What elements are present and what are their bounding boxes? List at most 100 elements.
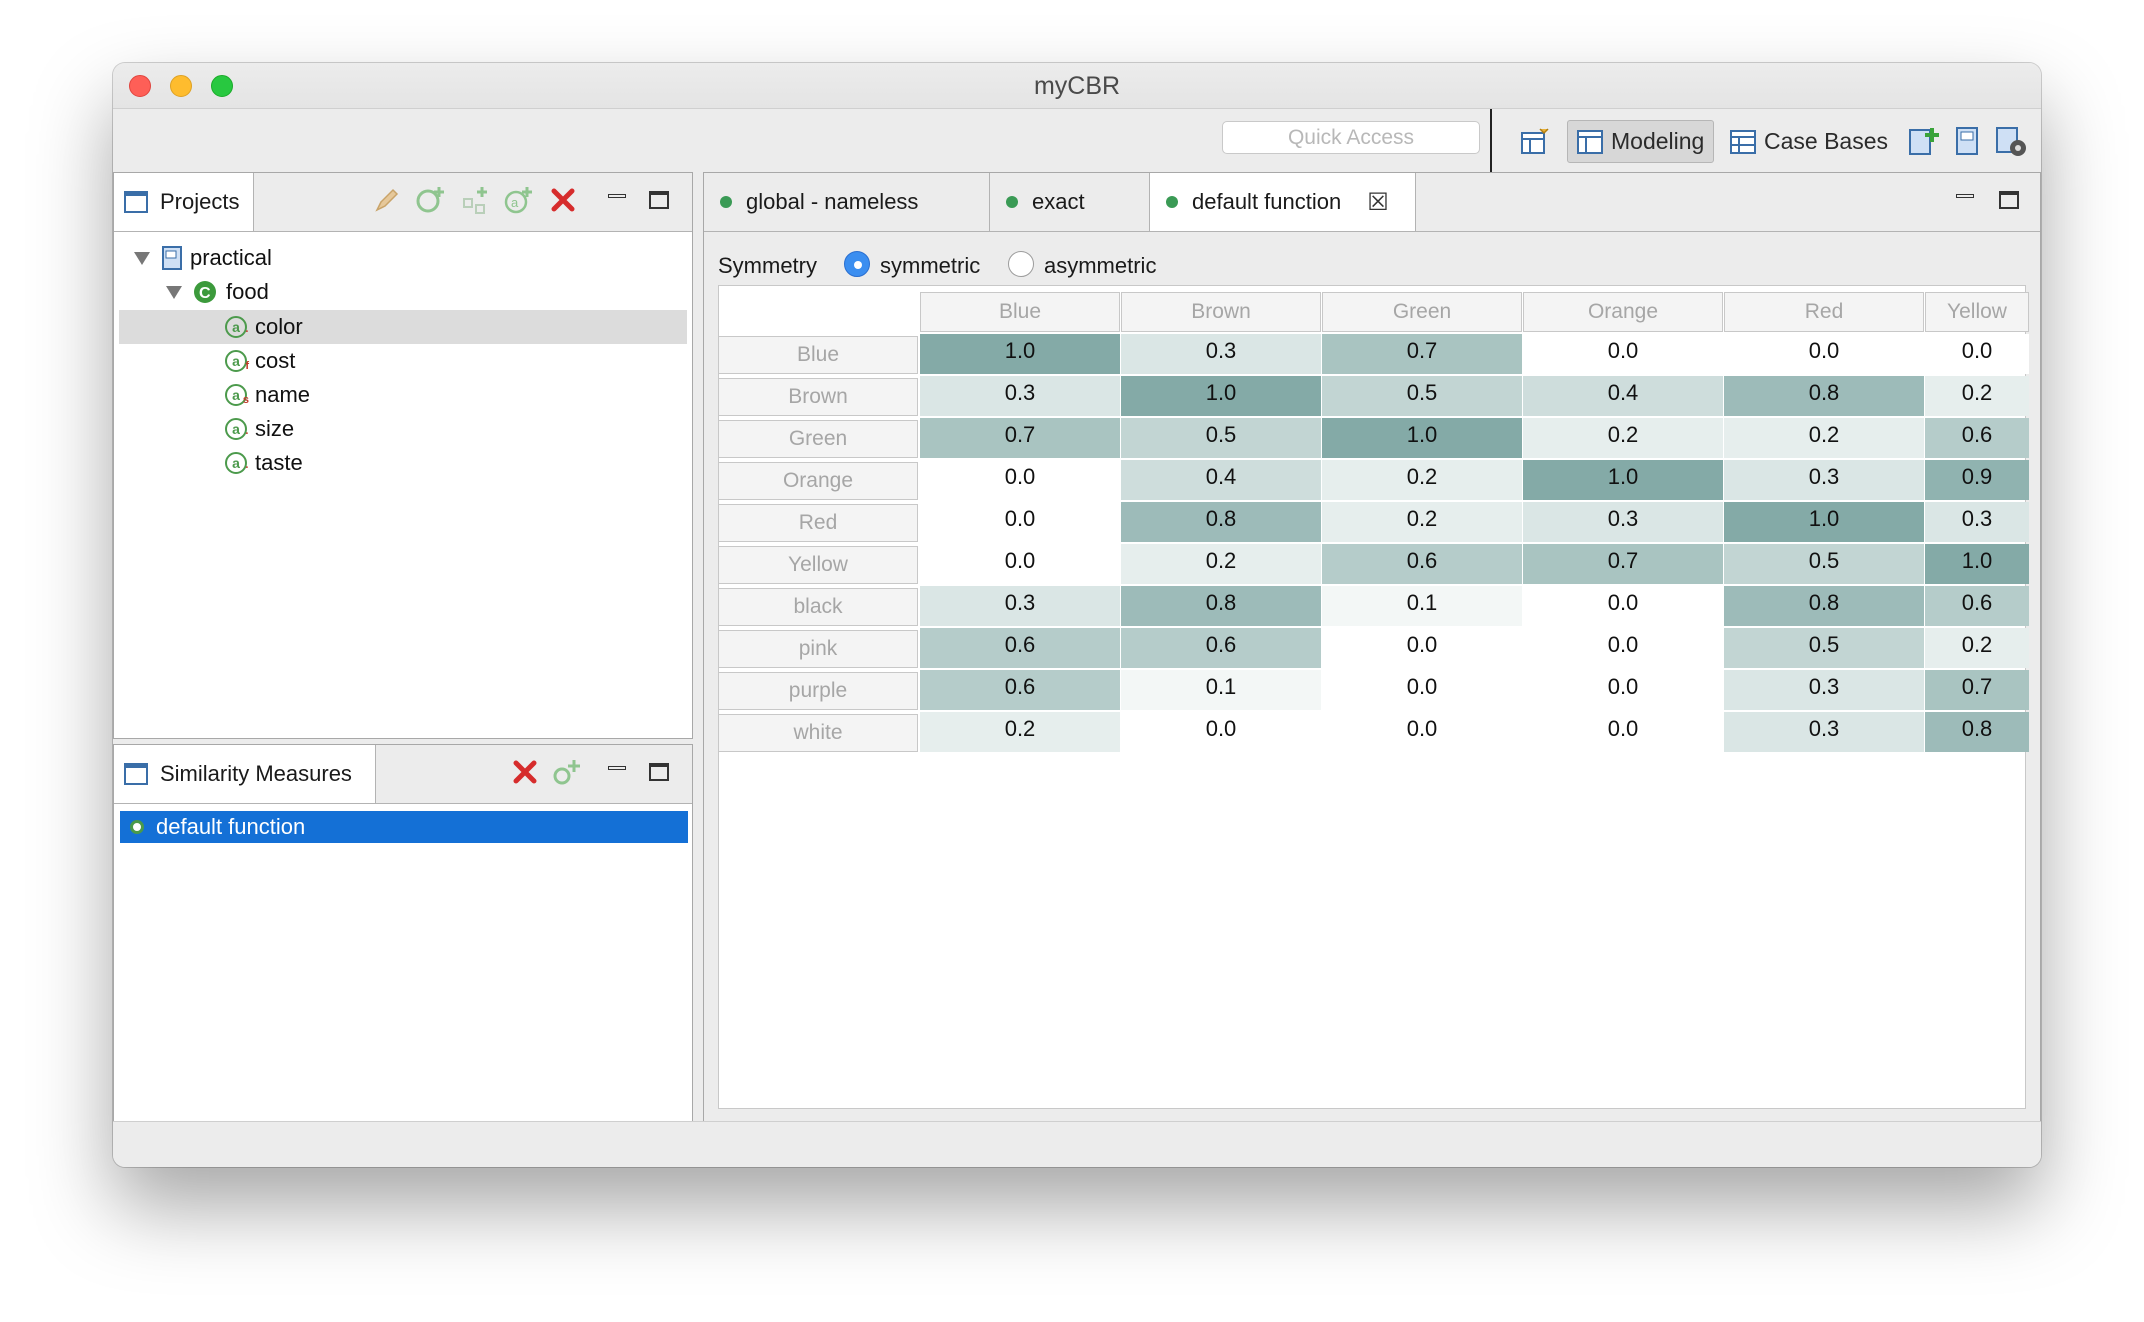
maximize-view-icon[interactable]	[644, 757, 674, 787]
matrix-cell[interactable]: 0.3	[1121, 334, 1321, 374]
matrix-cell[interactable]: 0.3	[1523, 502, 1723, 542]
column-header[interactable]: Green	[1322, 292, 1522, 332]
matrix-cell[interactable]: 0.2	[1925, 628, 2029, 668]
matrix-cell[interactable]: 0.0	[1523, 712, 1723, 752]
matrix-cell[interactable]: 0.0	[1523, 586, 1723, 626]
matrix-cell[interactable]: 0.5	[1724, 628, 1924, 668]
row-header[interactable]: Blue	[718, 336, 918, 374]
new-project-icon[interactable]	[1903, 121, 1943, 161]
tab-projects[interactable]: Projects	[114, 173, 254, 231]
tree-item-attribute[interactable]: as name	[225, 378, 310, 412]
matrix-cell[interactable]: 0.0	[1121, 712, 1321, 752]
expand-arrow-icon[interactable]	[134, 251, 150, 265]
matrix-cell[interactable]: 0.2	[1925, 376, 2029, 416]
matrix-cell[interactable]: 0.7	[1322, 334, 1522, 374]
matrix-cell[interactable]: 0.8	[1724, 376, 1924, 416]
row-header[interactable]: pink	[718, 630, 918, 668]
row-header[interactable]: Green	[718, 420, 918, 458]
tab-similarity-measures[interactable]: Similarity Measures	[114, 745, 376, 803]
tree-item-attribute[interactable]: a · color	[119, 310, 687, 344]
matrix-cell[interactable]: 0.6	[1121, 628, 1321, 668]
matrix-cell[interactable]: 0.3	[920, 586, 1120, 626]
tree-item-attribute[interactable]: af cost	[225, 344, 295, 378]
matrix-cell[interactable]: 0.6	[1322, 544, 1522, 584]
matrix-cell[interactable]: 0.8	[1925, 712, 2029, 752]
expand-arrow-icon[interactable]	[166, 285, 182, 299]
matrix-cell[interactable]: 1.0	[1724, 502, 1924, 542]
maximize-view-icon[interactable]	[644, 185, 674, 215]
matrix-cell[interactable]: 0.5	[1322, 376, 1522, 416]
minimize-view-icon[interactable]	[602, 185, 632, 215]
delete-measure-icon[interactable]	[510, 757, 540, 787]
matrix-cell[interactable]: 0.2	[1724, 418, 1924, 458]
matrix-cell[interactable]: 0.6	[920, 628, 1120, 668]
add-concept-icon[interactable]	[416, 185, 446, 215]
perspective-modeling[interactable]: Modeling	[1567, 120, 1715, 163]
matrix-cell[interactable]: 0.5	[1724, 544, 1924, 584]
matrix-cell[interactable]: 0.3	[1724, 460, 1924, 500]
matrix-cell[interactable]: 0.0	[920, 502, 1120, 542]
column-header[interactable]: Orange	[1523, 292, 1723, 332]
matrix-cell[interactable]: 0.2	[1523, 418, 1723, 458]
matrix-cell[interactable]: 0.3	[1925, 502, 2029, 542]
matrix-cell[interactable]: 0.6	[1925, 586, 2029, 626]
row-header[interactable]: white	[718, 714, 918, 752]
asymmetric-radio[interactable]	[1008, 251, 1034, 277]
maximize-editor-icon[interactable]	[1994, 185, 2024, 215]
tree-item-attribute[interactable]: a · taste	[225, 446, 303, 480]
matrix-cell[interactable]: 0.2	[920, 712, 1120, 752]
matrix-cell[interactable]: 0.6	[1925, 418, 2029, 458]
matrix-cell[interactable]: 0.0	[1523, 334, 1723, 374]
matrix-cell[interactable]: 0.2	[1322, 502, 1522, 542]
open-perspective-icon[interactable]	[1515, 121, 1555, 161]
delete-icon[interactable]	[548, 185, 578, 215]
row-header[interactable]: Orange	[718, 462, 918, 500]
matrix-cell[interactable]: 0.8	[1121, 586, 1321, 626]
column-header[interactable]: Yellow	[1925, 292, 2029, 332]
matrix-cell[interactable]: 0.0	[920, 544, 1120, 584]
matrix-cell[interactable]: 1.0	[920, 334, 1120, 374]
quick-access-input[interactable]: Quick Access	[1222, 121, 1480, 154]
perspective-case-bases[interactable]: Case Bases	[1721, 120, 1897, 163]
matrix-cell[interactable]: 0.3	[1724, 712, 1924, 752]
matrix-cell[interactable]: 0.7	[920, 418, 1120, 458]
matrix-cell[interactable]: 0.0	[1322, 628, 1522, 668]
matrix-cell[interactable]: 0.4	[1523, 376, 1723, 416]
matrix-cell[interactable]: 0.1	[1322, 586, 1522, 626]
row-header[interactable]: Brown	[718, 378, 918, 416]
open-project-icon[interactable]	[1947, 121, 1987, 161]
minimize-view-icon[interactable]	[602, 757, 632, 787]
symmetric-radio[interactable]	[844, 251, 870, 277]
column-header[interactable]: Blue	[920, 292, 1120, 332]
matrix-cell[interactable]: 1.0	[1925, 544, 2029, 584]
tree-item-concept[interactable]: C food	[166, 275, 269, 309]
row-header[interactable]: purple	[718, 672, 918, 710]
add-hierarchy-icon[interactable]	[460, 185, 490, 215]
row-header[interactable]: Yellow	[718, 546, 918, 584]
matrix-cell[interactable]: 1.0	[1523, 460, 1723, 500]
similarity-measure-item[interactable]: default function	[120, 811, 688, 843]
matrix-cell[interactable]: 1.0	[1322, 418, 1522, 458]
matrix-cell[interactable]: 0.3	[1724, 670, 1924, 710]
matrix-cell[interactable]: 0.9	[1925, 460, 2029, 500]
tab-exact[interactable]: exact	[990, 173, 1150, 231]
tab-global-nameless[interactable]: global - nameless	[704, 173, 990, 231]
tree-item-attribute[interactable]: a · size	[225, 412, 294, 446]
matrix-cell[interactable]: 0.6	[920, 670, 1120, 710]
matrix-cell[interactable]: 0.0	[1523, 670, 1723, 710]
row-header[interactable]: Red	[718, 504, 918, 542]
matrix-cell[interactable]: 0.0	[1322, 670, 1522, 710]
matrix-cell[interactable]: 0.7	[1925, 670, 2029, 710]
matrix-cell[interactable]: 0.0	[1322, 712, 1522, 752]
matrix-cell[interactable]: 0.0	[1523, 628, 1723, 668]
tab-default-function[interactable]: default function ☒	[1150, 173, 1416, 231]
matrix-cell[interactable]: 0.2	[1121, 544, 1321, 584]
matrix-cell[interactable]: 0.3	[920, 376, 1120, 416]
matrix-cell[interactable]: 0.2	[1322, 460, 1522, 500]
matrix-cell[interactable]: 1.0	[1121, 376, 1321, 416]
add-measure-icon[interactable]	[552, 757, 582, 787]
matrix-cell[interactable]: 0.0	[1724, 334, 1924, 374]
row-header[interactable]: black	[718, 588, 918, 626]
tree-item-project[interactable]: practical	[134, 241, 272, 275]
project-settings-icon[interactable]	[1991, 121, 2031, 161]
